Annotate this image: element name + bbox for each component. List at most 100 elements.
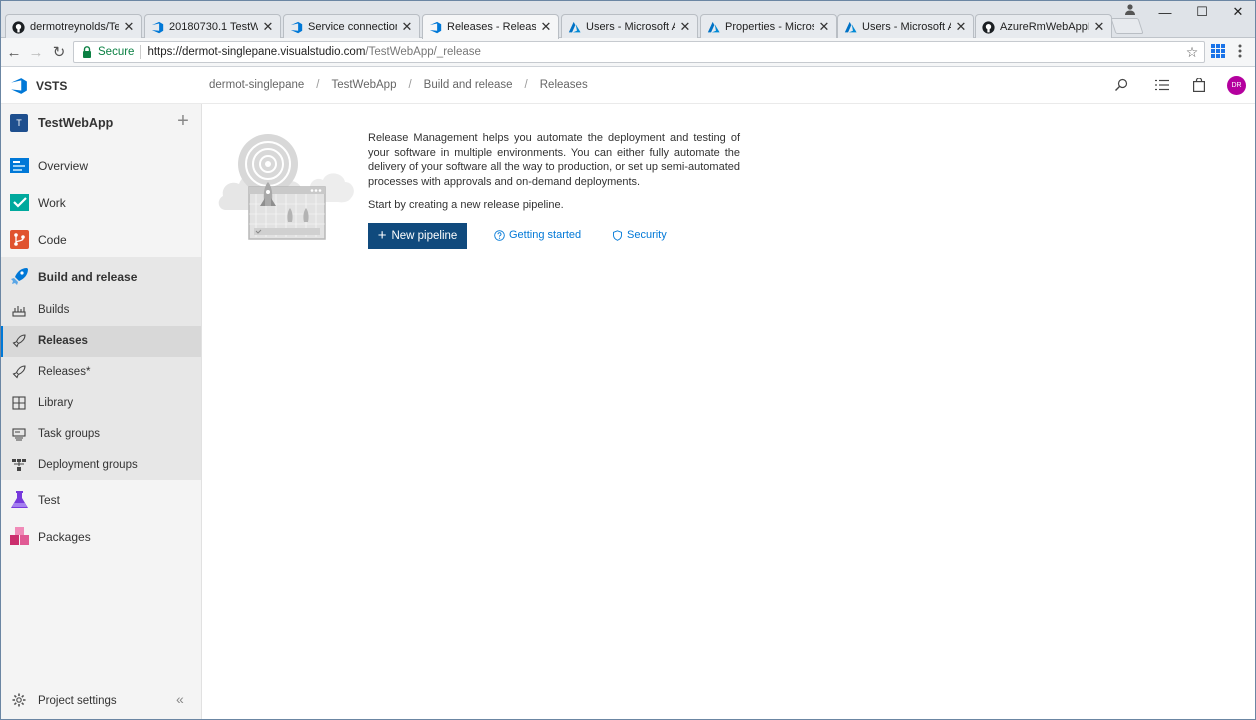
sidebar-subitem-releases-preview[interactable]: Releases* [1, 357, 201, 388]
breadcrumb-project[interactable]: TestWebApp [331, 79, 396, 91]
builds-icon [12, 306, 26, 317]
add-icon[interactable]: + [175, 111, 191, 131]
shield-icon [613, 229, 622, 241]
new-pipeline-button[interactable]: + New pipeline [368, 223, 467, 249]
browser-tab[interactable]: AzureRmWebAppDep ✕ [975, 14, 1112, 39]
address-bar: ← → ↻ Secure https://dermot-singlepane.v… [0, 38, 1256, 67]
browser-tab[interactable]: Users - Microsoft Azu ✕ [837, 14, 974, 39]
brand[interactable]: VSTS [10, 77, 67, 95]
tab-title: 20180730.1 TestWebA [169, 21, 258, 33]
sidebar-item-build-and-release[interactable]: Build and release [1, 258, 201, 295]
close-icon[interactable]: ✕ [540, 20, 552, 33]
avatar[interactable]: DR [1227, 76, 1246, 95]
azure-icon [844, 21, 857, 34]
reload-icon[interactable]: ↻ [50, 43, 68, 61]
breadcrumb-hub[interactable]: Releases [540, 79, 588, 91]
minimize-icon[interactable]: — [1147, 0, 1183, 24]
overview-icon [10, 158, 29, 173]
project-selector[interactable]: T TestWebApp + [1, 104, 201, 141]
github-icon [982, 20, 995, 34]
breadcrumb-separator: / [316, 79, 320, 91]
deployment-groups-icon [12, 459, 26, 471]
secure-label: Secure [98, 46, 135, 58]
tab-title: Users - Microsoft Azu [586, 21, 675, 33]
browser-tab[interactable]: Users - Microsoft Azu ✕ [561, 14, 698, 39]
sidebar-item-work[interactable]: Work [1, 184, 201, 221]
browser-tab-active[interactable]: Releases - Releases ✕ [422, 14, 559, 39]
tab-title: dermotreynolds/TestW [30, 21, 119, 33]
sidebar-subitem-label: Library [38, 397, 74, 409]
new-pipeline-label: New pipeline [391, 230, 458, 242]
list-icon[interactable] [1154, 77, 1170, 93]
sidebar-item-packages[interactable]: Packages [1, 518, 201, 555]
sidebar-subitem-deployment-groups[interactable]: Deployment groups [1, 450, 201, 481]
breadcrumb-hub-group[interactable]: Build and release [424, 79, 513, 91]
close-icon[interactable]: ✕ [123, 20, 135, 33]
packages-icon [10, 527, 29, 545]
bookmark-star-icon[interactable]: ☆ [1184, 44, 1200, 60]
shopping-bag-icon[interactable] [1191, 77, 1207, 93]
azure-icon [707, 21, 720, 34]
brand-name: VSTS [36, 79, 68, 93]
sidebar-item-label: Packages [38, 530, 91, 544]
releases-preview-icon [12, 365, 26, 379]
release-intro-text: Release Management helps you automate th… [368, 132, 740, 189]
sidebar-item-label: Build and release [38, 270, 138, 284]
new-tab-button[interactable] [1110, 18, 1144, 34]
browser-menu-icon[interactable] [1237, 43, 1243, 59]
browser-tab[interactable]: 20180730.1 TestWebA ✕ [144, 14, 281, 39]
sidebar-subitem-label: Deployment groups [38, 459, 138, 471]
vsts-icon [151, 21, 164, 34]
security-label: Security [627, 229, 667, 241]
build-release-icon [11, 268, 28, 285]
profile-icon[interactable] [1124, 3, 1136, 15]
browser-tab[interactable]: Service connection: C ✕ [283, 14, 420, 39]
tab-title: Users - Microsoft Azu [862, 21, 951, 33]
releases-icon [12, 334, 26, 348]
close-icon[interactable]: ✕ [679, 20, 691, 33]
vsts-icon [290, 21, 303, 34]
collapse-chevron-icon[interactable]: « [176, 692, 190, 706]
extension-grid-icon[interactable] [1211, 44, 1225, 58]
close-icon[interactable]: ✕ [262, 20, 274, 33]
sidebar-subitem-releases[interactable]: Releases [1, 326, 201, 357]
release-rocket-illustration [218, 134, 354, 240]
azure-icon [568, 21, 581, 34]
sidebar-item-label: Code [38, 233, 67, 247]
github-icon [12, 20, 25, 34]
getting-started-label: Getting started [509, 229, 582, 241]
close-icon[interactable]: ✕ [401, 20, 413, 33]
sidebar-item-code[interactable]: Code [1, 221, 201, 258]
maximize-icon[interactable]: ☐ [1184, 0, 1220, 24]
window-close-icon[interactable]: ✕ [1220, 0, 1256, 24]
close-icon[interactable]: ✕ [818, 20, 830, 33]
sidebar-subitem-builds[interactable]: Builds [1, 295, 201, 326]
close-icon[interactable]: ✕ [955, 20, 967, 33]
close-icon[interactable]: ✕ [1093, 20, 1105, 33]
back-arrow-icon[interactable]: ← [5, 43, 23, 61]
project-settings[interactable]: Project settings « [1, 686, 201, 716]
security-link[interactable]: Security [612, 229, 667, 241]
sidebar: T TestWebApp + Overview Work Code Build … [1, 104, 202, 719]
browser-tab[interactable]: dermotreynolds/TestW ✕ [5, 14, 142, 39]
sidebar-item-test[interactable]: Test [1, 481, 201, 518]
sidebar-item-label: Test [38, 493, 61, 507]
tab-title: Releases - Releases [447, 21, 536, 33]
sidebar-subitem-task-groups[interactable]: Task groups [1, 419, 201, 450]
sidebar-item-label: Overview [38, 159, 89, 173]
tab-title: AzureRmWebAppDep [1000, 21, 1089, 33]
project-name: TestWebApp [38, 116, 114, 130]
vsts-icon [429, 21, 442, 34]
sidebar-item-overview[interactable]: Overview [1, 147, 201, 184]
sidebar-subitem-label: Releases [38, 335, 88, 347]
code-icon [10, 230, 29, 249]
search-icon[interactable] [1113, 77, 1129, 93]
omnibox-divider [140, 45, 142, 59]
forward-arrow-icon[interactable]: → [27, 43, 45, 61]
sidebar-subitem-library[interactable]: Library [1, 388, 201, 419]
library-icon [12, 396, 26, 410]
getting-started-link[interactable]: Getting started [494, 229, 581, 241]
url-input[interactable]: Secure https://dermot-singlepane.visuals… [73, 41, 1205, 63]
breadcrumb-account[interactable]: dermot-singlepane [209, 79, 304, 91]
browser-tab[interactable]: Properties - Microsoft ✕ [700, 14, 837, 39]
